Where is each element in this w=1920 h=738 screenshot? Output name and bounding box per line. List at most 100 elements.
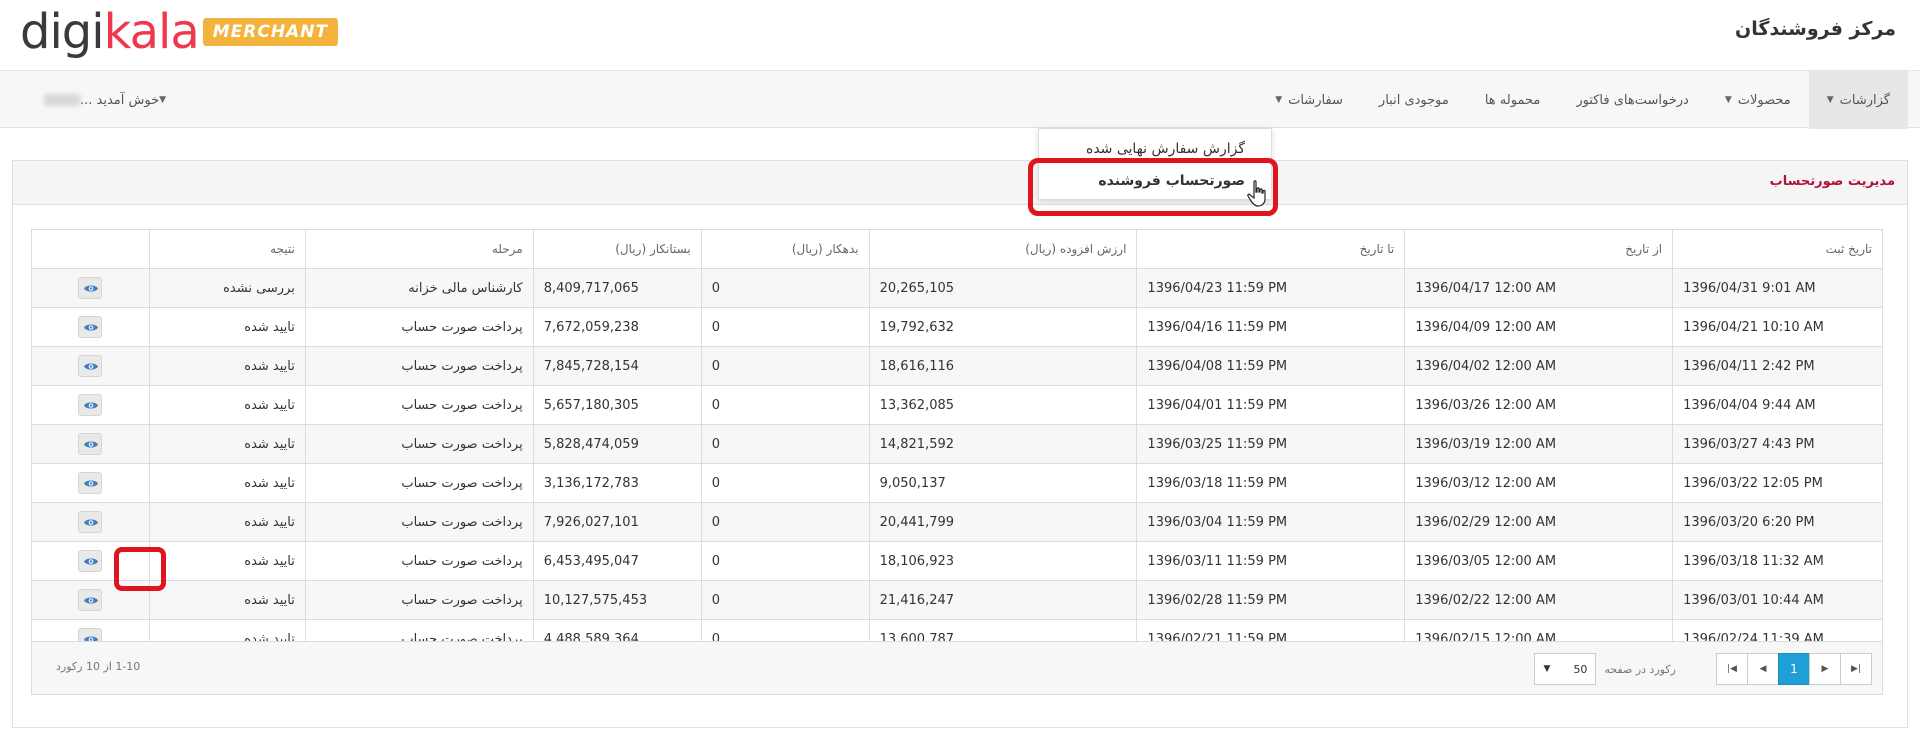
cell-to-date: 1396/04/23 11:59 PM — [1136, 268, 1406, 308]
cell-vat: 20,265,105 — [868, 268, 1138, 308]
prev-page-icon[interactable]: ◀ — [1747, 653, 1779, 685]
cell-stage: پرداخت صورت حساب — [304, 307, 534, 347]
view-invoice-button[interactable] — [78, 511, 103, 533]
cell-to-date: 1396/03/11 11:59 PM — [1136, 541, 1406, 581]
cell-registration-date: 1396/04/11 2:42 PM — [1672, 346, 1883, 386]
table-row: 1396/03/20 6:20 PM 1396/02/29 12:00 AM 139… — [31, 502, 1883, 542]
cell-vat: 18,616,116 — [868, 346, 1138, 386]
cell-from-date: 1396/03/19 12:00 AM — [1404, 424, 1674, 464]
nav-item-5[interactable]: گزارشات ▼ — [1808, 71, 1908, 129]
cell-vat: 14,821,592 — [868, 424, 1138, 464]
table-row: 1396/04/21 10:10 AM 1396/04/09 12:00 AM 13… — [31, 307, 1883, 347]
table-footer: 1-10 از 10 رکورد رکورد در صفحه ▼ 50 |◀ ◀… — [31, 641, 1883, 695]
page-button-current[interactable]: 1 — [1778, 653, 1810, 685]
eye-icon — [84, 324, 99, 331]
cell-vat: 9,050,137 — [868, 463, 1138, 503]
per-page-select[interactable]: ▼ 50 — [1534, 653, 1597, 685]
cell-credit: 7,672,059,238 — [532, 307, 702, 347]
col-header-to-date[interactable]: تا تاریخ — [1136, 229, 1406, 269]
cell-from-date: 1396/02/29 12:00 AM — [1404, 502, 1674, 542]
record-count: 1-10 از 10 رکورد — [56, 660, 141, 673]
panel-header: مدیریت صورتحساب — [13, 161, 1907, 205]
cell-vat: 21,416,247 — [868, 580, 1138, 620]
cell-from-date: 1396/02/22 12:00 AM — [1404, 580, 1674, 620]
cell-from-date: 1396/03/26 12:00 AM — [1404, 385, 1674, 425]
username-blurred — [44, 94, 80, 106]
table-row: 1396/03/01 10:44 AM 1396/02/22 12:00 AM 13… — [31, 580, 1883, 620]
nav-item-1[interactable]: موجودی انبار — [1361, 71, 1467, 129]
cell-registration-date: 1396/04/31 9:01 AM — [1672, 268, 1883, 308]
nav-item-4[interactable]: محصولات ▼ — [1707, 71, 1809, 129]
cell-stage: پرداخت صورت حساب — [304, 463, 534, 503]
col-header-stage[interactable]: مرحله — [304, 229, 534, 269]
cell-actions — [31, 463, 150, 503]
user-menu[interactable]: ▼ خوش آمدید ... — [42, 71, 174, 129]
cell-to-date: 1396/04/08 11:59 PM — [1136, 346, 1406, 386]
first-page-icon[interactable]: |◀ — [1716, 653, 1748, 685]
view-invoice-button[interactable] — [78, 472, 103, 494]
eye-icon — [84, 441, 99, 448]
view-invoice-button[interactable] — [78, 589, 103, 611]
cell-credit: 5,657,180,305 — [532, 385, 702, 425]
cell-credit: 7,926,027,101 — [532, 502, 702, 542]
cell-result: تایید شده — [148, 346, 306, 386]
cell-debit: 0 — [700, 502, 870, 542]
cell-to-date: 1396/03/04 11:59 PM — [1136, 502, 1406, 542]
col-header-result[interactable]: نتیجه — [148, 229, 306, 269]
main-nav: سفارشات ▼ موجودی انبار محموله ها درخواست‌های… — [0, 70, 1920, 129]
cell-registration-date: 1396/03/27 4:43 PM — [1672, 424, 1883, 464]
view-invoice-button[interactable] — [78, 550, 103, 572]
cell-registration-date: 1396/04/21 10:10 AM — [1672, 307, 1883, 347]
table-row: 1396/03/27 4:43 PM 1396/03/19 12:00 AM 139… — [31, 424, 1883, 464]
cell-stage: پرداخت صورت حساب — [304, 580, 534, 620]
cell-debit: 0 — [700, 385, 870, 425]
last-page-icon[interactable]: ▶| — [1840, 653, 1872, 685]
next-page-icon[interactable]: ▶ — [1809, 653, 1841, 685]
col-header-vat[interactable]: ارزش افزوده (ریال) — [868, 229, 1138, 269]
invoice-management-panel: مدیریت صورتحساب تاریخ ثبت از تاریخ تا تا… — [12, 160, 1908, 728]
per-page-label: رکورد در صفحه — [1604, 662, 1676, 676]
digikala-merchant-logo[interactable]: digikala MERCHANT — [20, 6, 339, 58]
view-invoice-button[interactable] — [78, 277, 103, 299]
table-body: 1396/04/31 9:01 AM 1396/04/17 12:00 AM 139… — [31, 268, 1883, 659]
nav-item-0[interactable]: سفارشات ▼ — [1257, 71, 1361, 129]
cell-stage: پرداخت صورت حساب — [304, 424, 534, 464]
cell-registration-date: 1396/03/20 6:20 PM — [1672, 502, 1883, 542]
cell-stage: پرداخت صورت حساب — [304, 541, 534, 581]
cell-stage: کارشناس مالی خزانه — [304, 268, 534, 308]
page-title: مرکز فروشندگان — [1735, 18, 1896, 40]
cell-result: تایید شده — [148, 463, 306, 503]
chevron-down-icon: ▼ — [159, 95, 167, 105]
col-header-registration-date[interactable]: تاریخ ثبت — [1672, 229, 1883, 269]
cell-result: تایید شده — [148, 502, 306, 542]
eye-icon — [84, 363, 99, 370]
cell-credit: 10,127,575,453 — [532, 580, 702, 620]
cell-result: تایید شده — [148, 424, 306, 464]
dropdown-item-final-orders-report[interactable]: گزارش سفارش نهایی شده — [1086, 141, 1245, 157]
cell-to-date: 1396/04/16 11:59 PM — [1136, 307, 1406, 347]
table-row: 1396/04/31 9:01 AM 1396/04/17 12:00 AM 139… — [31, 268, 1883, 308]
col-header-actions — [31, 229, 150, 269]
cell-vat: 13,362,085 — [868, 385, 1138, 425]
col-header-from-date[interactable]: از تاریخ — [1404, 229, 1674, 269]
view-invoice-button[interactable] — [78, 433, 103, 455]
col-header-debit[interactable]: بدهکار (ریال) — [700, 229, 870, 269]
chevron-down-icon: ▼ — [1724, 95, 1732, 105]
view-invoice-button[interactable] — [78, 355, 103, 377]
cell-actions — [31, 346, 150, 386]
nav-item-3[interactable]: درخواست‌های فاکتور — [1558, 71, 1707, 129]
row-action-highlight-annotation — [114, 547, 166, 591]
cell-from-date: 1396/04/02 12:00 AM — [1404, 346, 1674, 386]
view-invoice-button[interactable] — [78, 394, 103, 416]
eye-icon — [84, 597, 99, 604]
nav-item-label: سفارشات — [1288, 92, 1343, 108]
cell-stage: پرداخت صورت حساب — [304, 502, 534, 542]
view-invoice-button[interactable] — [78, 316, 103, 338]
cell-debit: 0 — [700, 541, 870, 581]
cell-from-date: 1396/03/12 12:00 AM — [1404, 463, 1674, 503]
nav-item-2[interactable]: محموله ها — [1467, 71, 1558, 129]
dropdown-highlight-annotation — [1028, 158, 1278, 216]
col-header-credit[interactable]: بستانکار (ریال) — [532, 229, 702, 269]
nav-items: سفارشات ▼ موجودی انبار محموله ها درخواست‌های… — [1257, 71, 1908, 129]
cell-debit: 0 — [700, 463, 870, 503]
